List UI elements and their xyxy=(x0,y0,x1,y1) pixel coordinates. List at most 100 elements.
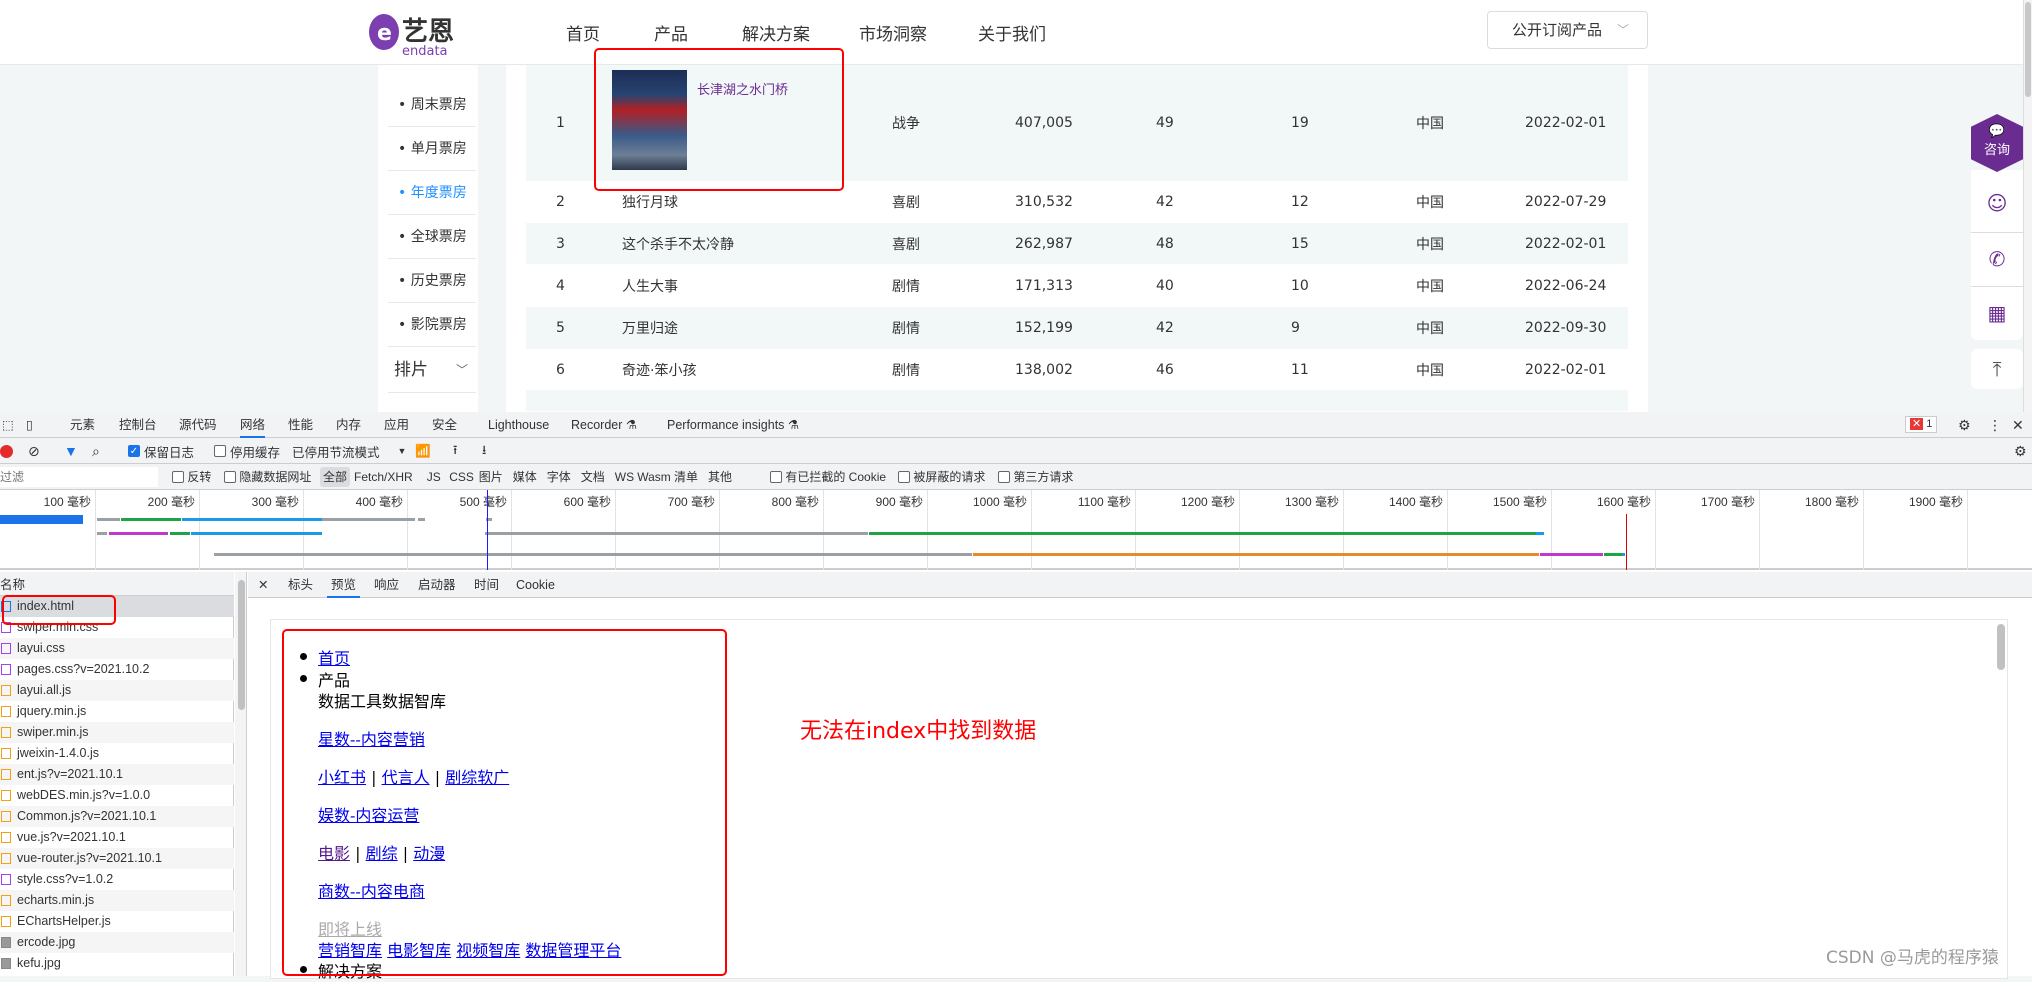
device-toolbar-icon[interactable]: ▯ xyxy=(26,412,33,438)
hide-data-urls-checkbox[interactable]: 隐藏数据网址 xyxy=(224,464,311,490)
devtools-tab[interactable]: 元素 xyxy=(70,412,95,438)
devtools-tab[interactable]: 安全 xyxy=(432,412,457,438)
table-cell: 10 xyxy=(1291,277,1309,294)
subscribe-dropdown[interactable]: 公开订阅产品 ﹀ xyxy=(1487,11,1648,49)
devtools-tab[interactable]: Performance insights ⚗ xyxy=(667,412,799,438)
consult-button[interactable]: 💬 咨询 xyxy=(1971,114,2023,172)
export-har-icon[interactable]: ⭳ xyxy=(482,438,486,464)
detail-tab[interactable]: 时间 xyxy=(470,572,503,598)
nav-item[interactable]: 关于我们 xyxy=(978,20,1046,45)
request-row[interactable]: Common.js?v=2021.10.1 xyxy=(0,806,234,827)
type-filter[interactable]: JS xyxy=(427,464,441,490)
table-row[interactable]: 7 侏罗纪世界3 动作 105,900 36 8 美国 2022-06-10 xyxy=(526,390,1628,411)
page-scrollbar[interactable] xyxy=(2023,0,2032,412)
type-filter[interactable]: 媒体 xyxy=(513,464,537,490)
endata-logo[interactable]: e 艺恩 endata xyxy=(368,10,468,59)
request-row[interactable]: ent.js?v=2021.10.1 xyxy=(0,764,234,785)
request-row[interactable]: echarts.min.js xyxy=(0,890,234,911)
blocked-cookies-checkbox[interactable]: 有已拦截的 Cookie xyxy=(770,464,886,490)
nav-item[interactable]: 首页 xyxy=(566,20,600,45)
blocked-requests-checkbox[interactable]: 被屏蔽的请求 xyxy=(898,464,985,490)
back-to-top-button[interactable]: ⤒ xyxy=(1971,349,2023,389)
devtools-tab[interactable]: 内存 xyxy=(336,412,361,438)
disable-cache-checkbox[interactable]: 停用缓存 xyxy=(214,438,280,464)
name-column-header[interactable]: 名称 xyxy=(0,572,234,596)
preserve-log-checkbox[interactable]: ✓ 保留日志 xyxy=(128,438,194,464)
request-row[interactable]: layui.css xyxy=(0,638,234,659)
invert-checkbox[interactable]: 反转 xyxy=(172,464,211,490)
table-row[interactable]: 5 万里归途 剧情 152,199 42 9 中国 2022-09-30 xyxy=(526,307,1628,349)
request-row[interactable]: jquery.min.js xyxy=(0,701,234,722)
request-list-scrollbar[interactable] xyxy=(235,572,247,976)
type-filter[interactable]: 字体 xyxy=(547,464,571,490)
request-row[interactable]: jweixin-1.4.0.js xyxy=(0,743,234,764)
sidebar-item[interactable]: 排片 ﹀ xyxy=(388,347,476,393)
network-settings-icon[interactable]: ⚙ xyxy=(2014,438,2027,464)
request-row[interactable]: kefu.jpg xyxy=(0,953,234,974)
type-filter[interactable]: 清单 xyxy=(674,464,698,490)
type-filter[interactable]: CSS xyxy=(449,464,474,490)
request-row[interactable]: vue-router.js?v=2021.10.1 xyxy=(0,848,234,869)
detail-tab[interactable]: 标头 xyxy=(284,572,317,598)
type-filter[interactable]: 其他 xyxy=(708,464,732,490)
devtools-tab[interactable]: 应用 xyxy=(384,412,409,438)
detail-tab[interactable]: 响应 xyxy=(370,572,403,598)
record-icon[interactable] xyxy=(0,444,13,458)
qrcode-button[interactable]: ▦ xyxy=(1971,286,2023,338)
error-badge[interactable]: ✕ 1 xyxy=(1905,416,1938,433)
table-row[interactable]: 6 奇迹·笨小孩 剧情 138,002 46 11 中国 2022-02-01 xyxy=(526,349,1628,390)
devtools-tab[interactable]: Lighthouse xyxy=(488,412,549,438)
nav-item[interactable]: 产品 xyxy=(654,20,688,45)
type-filter[interactable]: 文档 xyxy=(581,464,605,490)
detail-tab[interactable]: 启动器 xyxy=(414,572,460,598)
network-conditions-icon[interactable]: 📶 xyxy=(415,438,431,464)
type-filter[interactable]: Wasm xyxy=(637,464,671,490)
request-row[interactable]: vue.js?v=2021.10.1 xyxy=(0,827,234,848)
type-filter[interactable]: 图片 xyxy=(479,464,503,490)
table-row[interactable]: 4 人生大事 剧情 171,313 40 10 中国 2022-06-24 xyxy=(526,264,1628,307)
sidebar-item[interactable]: • 全球票房 xyxy=(388,215,476,259)
filter-icon[interactable]: ▼ xyxy=(64,438,78,464)
devtools-tab[interactable]: 源代码 xyxy=(179,412,217,438)
request-row[interactable]: style.css?v=1.0.2 xyxy=(0,869,234,890)
import-har-icon[interactable]: ⭱ xyxy=(453,438,457,464)
close-detail-icon[interactable]: ✕ xyxy=(258,572,268,598)
more-options-icon[interactable]: ⋮ xyxy=(1988,412,2002,438)
network-overview-timeline[interactable]: 100 毫秒 200 毫秒 300 毫秒 400 毫秒 500 毫秒 600 毫秒 700 … xyxy=(0,490,2032,570)
devtools-tab[interactable]: Recorder ⚗ xyxy=(571,412,637,438)
phone-button[interactable]: ✆ xyxy=(1971,232,2023,284)
request-row[interactable]: swiper.min.js xyxy=(0,722,234,743)
filter-input[interactable] xyxy=(0,467,158,487)
nav-item[interactable]: 市场洞察 xyxy=(859,20,927,45)
type-filter[interactable]: 全部 xyxy=(320,467,351,487)
close-devtools-icon[interactable]: ✕ xyxy=(2012,412,2024,438)
throttle-select[interactable]: 已停用节流模式 ▼ xyxy=(292,438,406,464)
type-filter[interactable]: WS xyxy=(615,464,634,490)
third-party-checkbox[interactable]: 第三方请求 xyxy=(998,464,1073,490)
timeline-tick-label: 1200 毫秒 xyxy=(1180,495,1235,509)
sidebar-item[interactable]: • 年度票房 xyxy=(388,171,476,215)
devtools-tab[interactable]: 网络 xyxy=(240,412,266,438)
settings-gear-icon[interactable]: ⚙ xyxy=(1958,412,1971,438)
detail-tab[interactable]: Cookie xyxy=(512,572,559,598)
nav-item[interactable]: 解决方案 xyxy=(742,20,810,45)
type-filter[interactable]: Fetch/XHR xyxy=(354,464,413,490)
table-row[interactable]: 3 这个杀手不太冷静 喜剧 262,987 48 15 中国 2022-02-01 xyxy=(526,223,1628,264)
detail-tab[interactable]: 预览 xyxy=(327,572,361,598)
devtools-tab[interactable]: 控制台 xyxy=(119,412,157,438)
request-row[interactable]: layui.all.js xyxy=(0,680,234,701)
sidebar-item[interactable]: • 历史票房 xyxy=(388,259,476,303)
clear-icon[interactable]: ⊘ xyxy=(28,438,40,464)
search-icon[interactable]: ⌕ xyxy=(92,438,100,464)
preview-scrollbar[interactable] xyxy=(1997,624,2005,670)
customer-service-button[interactable]: ☺ xyxy=(1971,181,2023,225)
sidebar-item[interactable]: • 影院票房 xyxy=(388,303,476,347)
devtools-tab[interactable]: 性能 xyxy=(288,412,313,438)
request-row[interactable]: EChartsHelper.js xyxy=(0,911,234,932)
request-row[interactable]: ercode.jpg xyxy=(0,932,234,953)
sidebar-item[interactable]: • 周末票房 xyxy=(388,83,476,127)
request-row[interactable]: pages.css?v=2021.10.2 xyxy=(0,659,234,680)
inspect-element-icon[interactable]: ⬚ xyxy=(2,412,14,438)
request-row[interactable]: webDES.min.js?v=1.0.0 xyxy=(0,785,234,806)
sidebar-item[interactable]: • 单月票房 xyxy=(388,127,476,171)
